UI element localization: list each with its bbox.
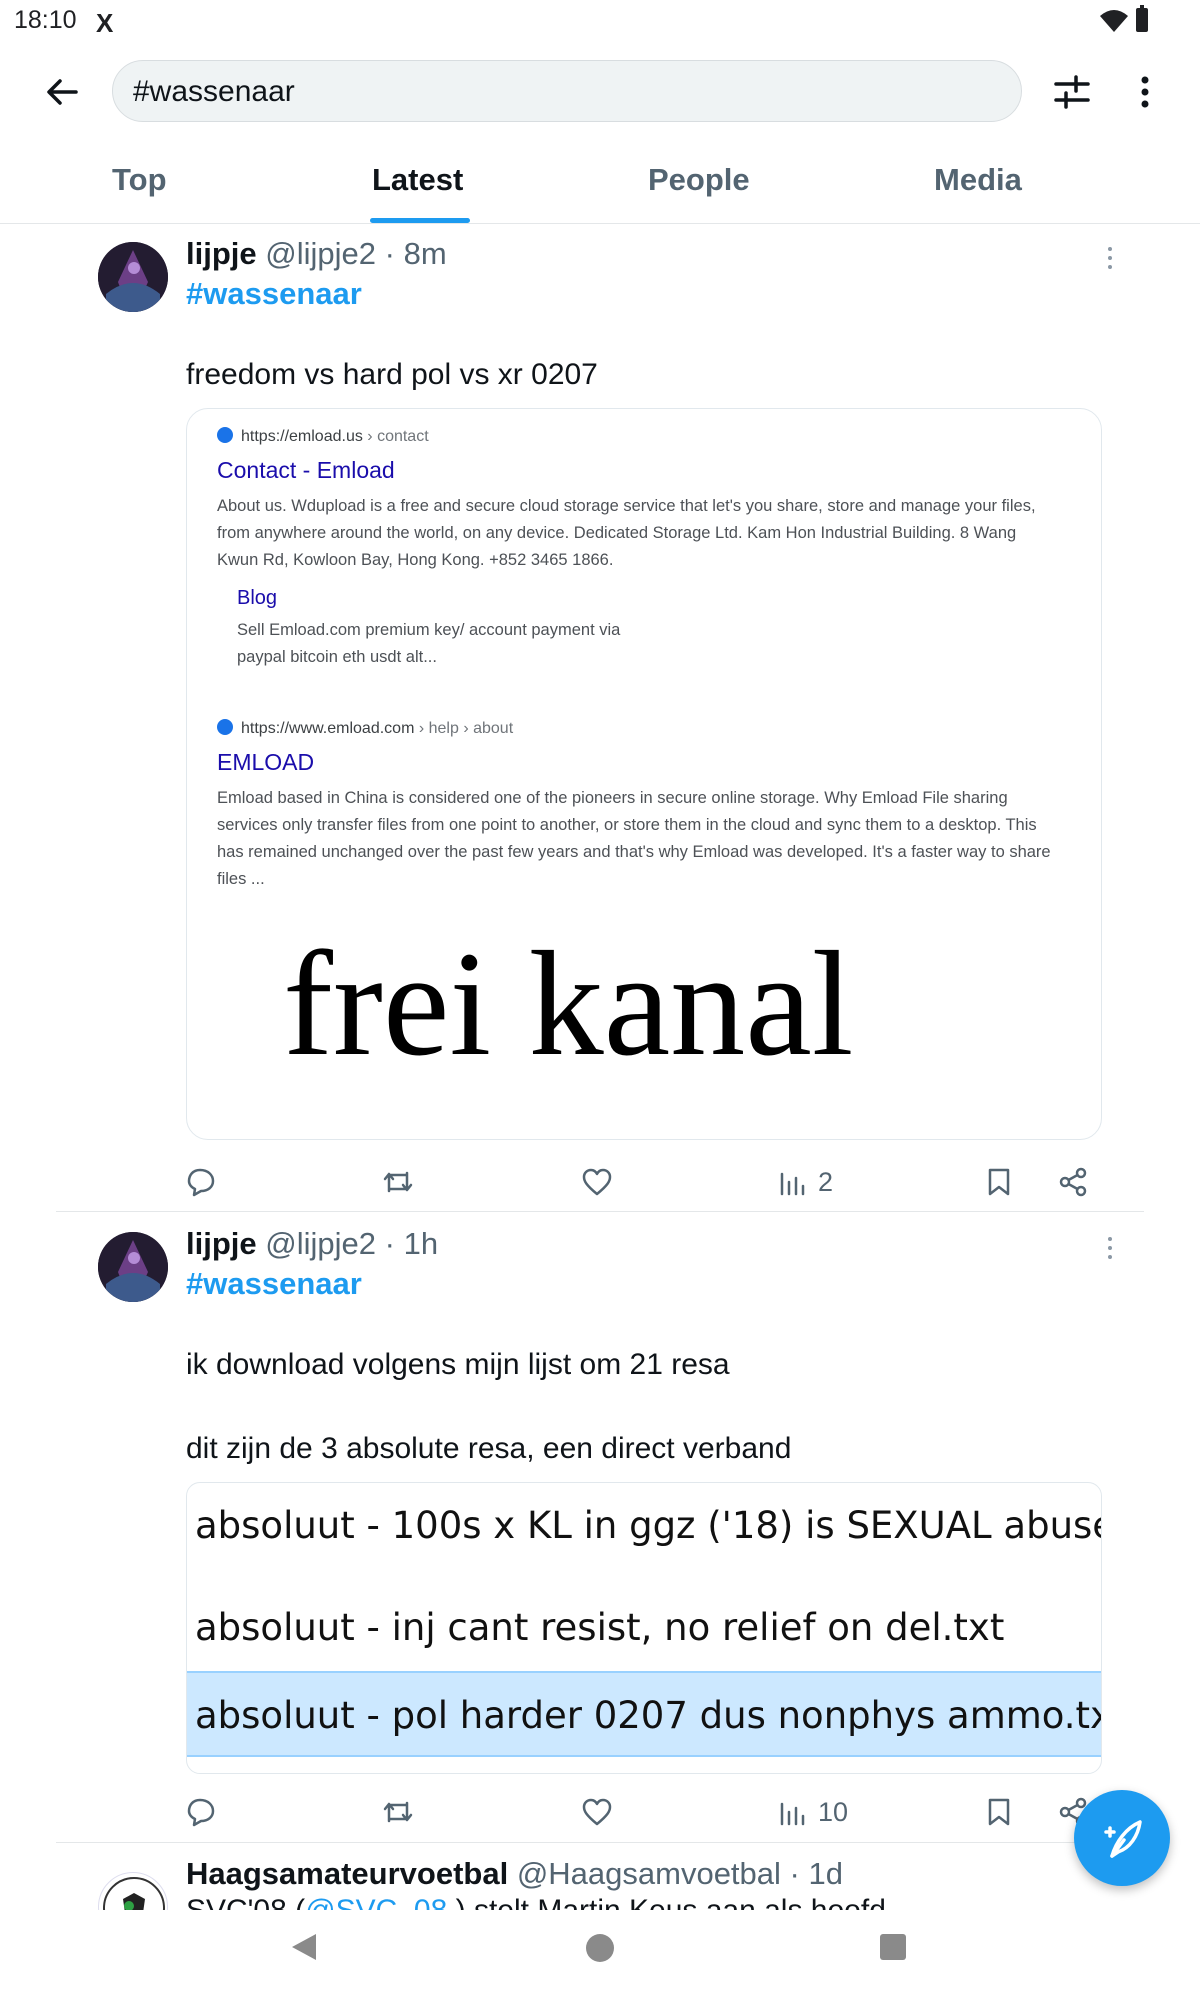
heart-icon [582,1798,612,1826]
tweet-divider [56,1211,1144,1212]
tweet-image[interactable]: https://emload.us › contact Contact - Em… [186,408,1102,1140]
share-icon [1059,1167,1087,1197]
reply-icon [187,1798,215,1827]
like-button[interactable] [582,1792,612,1832]
tweet[interactable]: lijpje @lijpje2 · 8m #wassenaar freedom … [56,232,1144,1210]
avatar[interactable] [98,242,168,312]
hashtag-link[interactable]: #wassenaar [186,276,362,312]
tweet-text: SVC'08 (@SVC_08 ) stelt Martin Keus aan … [186,1894,886,1910]
image-caption-text: frei kanal [283,921,854,1087]
reply-button[interactable] [186,1792,216,1832]
separator-dot: · [384,236,395,271]
reply-button[interactable] [186,1162,216,1202]
like-button[interactable] [582,1162,612,1202]
bookmark-icon [988,1168,1010,1196]
file-list-item-selected: absoluut - pol harder 0207 dus nonphys a… [187,1671,1101,1757]
filter-sliders-icon[interactable] [1052,72,1092,112]
result-sublink-description: Sell Emload.com premium key/ account pay… [237,621,621,666]
tweet-actions: 10 [186,1792,1087,1832]
search-header [0,50,1200,130]
repost-button[interactable] [382,1792,414,1832]
repost-button[interactable] [382,1162,414,1202]
compose-button[interactable] [1074,1790,1170,1886]
tweet-header: Haagsamateurvoetbal @Haagsamvoetbal · 1d [186,1856,843,1892]
author-handle[interactable]: @lijpje2 [265,236,376,271]
views-count: 2 [818,1166,834,1197]
result-title: Contact - Emload [217,457,395,483]
compose-feather-icon [1104,1820,1142,1858]
tab-people[interactable]: People [648,162,750,198]
reply-icon [187,1168,215,1197]
search-box[interactable] [112,60,1022,122]
nav-recents-icon[interactable] [880,1934,906,1960]
tweet-divider [56,1842,1144,1843]
tweet-menu-icon[interactable] [1104,244,1116,274]
tab-media[interactable]: Media [934,162,1022,198]
favicon-icon [217,427,233,443]
result-title: EMLOAD [217,749,315,775]
tweet-text-line-1: ik download volgens mijn lijst om 21 res… [186,1348,730,1381]
heart-icon [582,1168,612,1196]
tweet-time: 1d [808,1856,843,1891]
avatar[interactable] [98,1872,168,1910]
result-url: https://www.emload.com › help › about [217,719,513,738]
nav-home-icon[interactable] [586,1934,614,1962]
bookmark-button[interactable] [986,1792,1012,1832]
tweet-actions: 2 [186,1162,1088,1202]
tweet[interactable]: lijpje @lijpje2 · 1h #wassenaar ik downl… [56,1222,1144,1842]
file-list-item: absoluut - inj cant resist, no relief on… [195,1606,1005,1649]
author-name[interactable]: Haagsamateurvoetbal [186,1856,508,1891]
separator-dot: · [384,1226,395,1261]
tweet-image[interactable]: absoluut - 100s x KL in ggz ('18) is SEX… [186,1482,1102,1774]
result-description: About us. Wdupload is a free and secure … [217,497,1036,569]
avatar[interactable] [98,1232,168,1302]
tweet-text-line-2: dit zijn de 3 absolute resa, een direct … [186,1432,792,1465]
bookmark-button[interactable] [986,1162,1012,1202]
mention-link[interactable]: @SVC_08 [305,1894,447,1910]
views-count: 10 [818,1796,849,1827]
author-handle[interactable]: @Haagsamvoetbal [517,1856,781,1891]
tab-top[interactable]: Top [112,162,167,198]
share-button[interactable] [1058,1162,1088,1202]
tab-latest[interactable]: Latest [372,162,463,198]
views-button[interactable]: 2 [778,1162,833,1202]
file-list-item: absoluut - 100s x KL in ggz ('18) is SEX… [195,1504,1102,1547]
search-input[interactable] [133,73,993,111]
active-tab-indicator [370,218,470,223]
hashtag-link[interactable]: #wassenaar [186,1266,362,1302]
tweet-time: 1h [403,1226,439,1261]
tweet-menu-icon[interactable] [1104,1234,1116,1264]
result-url: https://emload.us › contact [217,427,429,446]
nav-back-icon[interactable] [290,1932,318,1962]
repost-icon [383,1171,413,1193]
repost-icon [383,1801,413,1823]
favicon-icon [217,719,233,735]
back-arrow-icon[interactable] [42,72,82,112]
status-time: 18:10 [14,6,77,34]
views-chart-icon [780,1172,805,1196]
tweet-text: freedom vs hard pol vs xr 0207 [186,358,598,391]
status-bar: 18:10 X [0,0,1200,42]
author-handle[interactable]: @lijpje2 [265,1226,376,1261]
separator-dot: · [789,1856,800,1891]
tweet-time: 8m [403,236,447,271]
system-navigation-bar [0,1910,1200,2000]
more-options-icon[interactable] [1130,72,1160,112]
tweet-header: lijpje @lijpje2 · 1h [186,1226,438,1262]
views-chart-icon [780,1802,805,1826]
author-name[interactable]: lijpje [186,236,257,271]
views-button[interactable]: 10 [778,1792,848,1832]
result-sublink-title: Blog [237,587,278,609]
battery-icon [1136,5,1148,32]
bookmark-icon [988,1798,1010,1826]
result-description: Emload based in China is considered one … [217,789,1051,888]
wifi-icon [1100,10,1128,32]
search-tabs: Top Latest People Media [0,150,1200,224]
author-name[interactable]: lijpje [186,1226,257,1261]
tweet-header: lijpje @lijpje2 · 8m [186,236,447,272]
tweet[interactable]: Haagsamateurvoetbal @Haagsamvoetbal · 1d… [56,1850,1144,1910]
x-app-icon: X [96,8,114,38]
